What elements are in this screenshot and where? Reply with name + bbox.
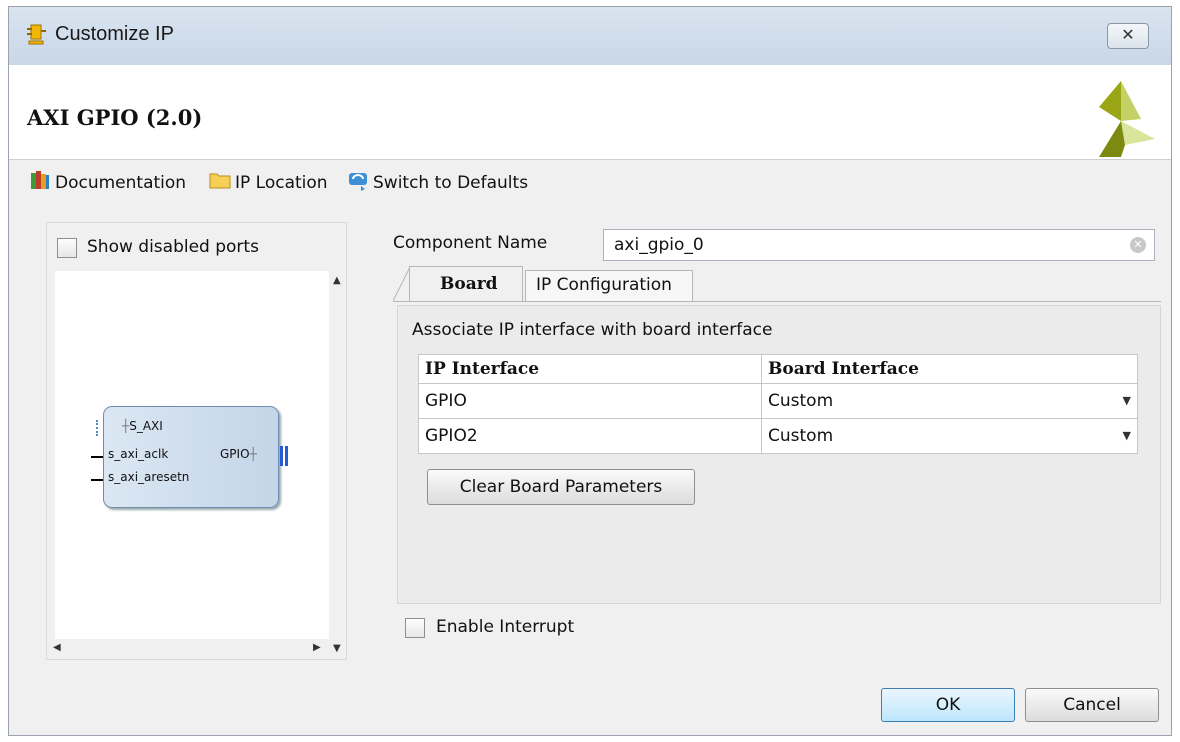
clear-input-icon[interactable]: ✕	[1130, 237, 1146, 253]
clear-board-parameters-button[interactable]: Clear Board Parameters	[427, 469, 695, 505]
table-header-row: IP Interface Board Interface	[418, 354, 1138, 384]
refresh-icon	[347, 169, 373, 196]
component-name-value: axi_gpio_0	[614, 235, 704, 255]
ok-button[interactable]: OK	[881, 688, 1015, 722]
tab-board[interactable]: Board	[409, 266, 523, 302]
ip-title: AXI GPIO (2.0)	[27, 105, 203, 130]
books-icon	[29, 169, 55, 196]
table-row: GPIO2 Custom ▼	[418, 418, 1138, 454]
ip-banner: AXI GPIO (2.0)	[9, 65, 1171, 160]
symbol-panel: Show disabled ports ┼S_AXI s_axi_aclk s_…	[46, 222, 347, 660]
chevron-down-icon[interactable]: ▼	[1123, 429, 1131, 442]
gpio-pin	[280, 446, 288, 466]
board-interface-dropdown[interactable]: Custom ▼	[761, 418, 1138, 454]
show-disabled-ports-checkbox[interactable]	[57, 238, 77, 258]
cancel-button[interactable]: Cancel	[1025, 688, 1159, 722]
board-interface-dropdown[interactable]: Custom ▼	[761, 383, 1138, 419]
tab-ip-configuration-label: IP Configuration	[536, 275, 672, 295]
ip-interface-cell: GPIO	[418, 383, 762, 419]
column-header-board-interface: Board Interface	[761, 354, 1138, 384]
board-association-heading: Associate IP interface with board interf…	[412, 320, 773, 340]
folder-icon	[209, 169, 235, 196]
port-s-axi: ┼S_AXI	[122, 419, 163, 433]
board-interface-value: Custom	[768, 426, 834, 446]
ip-customize-icon	[25, 23, 49, 52]
port-s-axi-aclk: s_axi_aclk	[108, 447, 169, 461]
scroll-down-icon[interactable]: ▼	[333, 643, 341, 654]
aclk-pin	[91, 456, 103, 458]
enable-interrupt-label: Enable Interrupt	[436, 617, 575, 637]
enable-interrupt-checkbox[interactable]	[405, 618, 425, 638]
show-disabled-ports-label: Show disabled ports	[87, 237, 259, 257]
board-interface-table: IP Interface Board Interface GPIO Custom…	[418, 354, 1138, 454]
close-button[interactable]: ✕	[1107, 23, 1149, 49]
ip-interface-cell: GPIO2	[418, 418, 762, 454]
close-icon: ✕	[1121, 25, 1135, 44]
window-title: Customize IP	[55, 23, 174, 45]
board-tab-panel	[397, 305, 1161, 604]
documentation-label: Documentation	[55, 172, 187, 193]
board-interface-value: Custom	[768, 391, 834, 411]
scroll-up-icon[interactable]: ▲	[333, 275, 341, 286]
axi-gpio-block[interactable]: ┼S_AXI s_axi_aclk s_axi_aresetn GPIO┼	[103, 406, 279, 508]
component-name-input[interactable]: axi_gpio_0 ✕	[603, 229, 1155, 261]
switch-to-defaults-link[interactable]: Switch to Defaults	[347, 169, 528, 196]
component-name-label: Component Name	[393, 233, 548, 253]
scroll-right-icon[interactable]: ▶	[313, 642, 321, 653]
xilinx-logo-icon	[1081, 77, 1161, 162]
s-axi-pin	[96, 420, 104, 436]
chevron-down-icon[interactable]: ▼	[1123, 394, 1131, 407]
switch-to-defaults-label: Switch to Defaults	[373, 172, 529, 193]
customize-ip-dialog: Customize IP ✕ AXI GPIO (2.0) Documentat…	[8, 6, 1172, 736]
scroll-left-icon[interactable]: ◀	[53, 642, 61, 653]
tab-board-label: Board	[440, 274, 498, 294]
symbol-canvas[interactable]: ┼S_AXI s_axi_aclk s_axi_aresetn GPIO┼	[55, 271, 329, 639]
port-s-axi-aresetn: s_axi_aresetn	[108, 470, 190, 484]
ip-location-link[interactable]: IP Location	[209, 169, 328, 196]
aresetn-pin	[91, 479, 103, 481]
port-gpio: GPIO┼	[220, 447, 257, 461]
ip-location-label: IP Location	[235, 172, 328, 193]
vertical-scrollbar[interactable]: ▲ ▼	[329, 271, 346, 659]
horizontal-scrollbar[interactable]: ◀ ▶	[47, 639, 329, 659]
tab-underline	[393, 301, 1161, 302]
column-header-ip-interface: IP Interface	[418, 354, 762, 384]
tab-ip-configuration[interactable]: IP Configuration	[525, 270, 693, 301]
documentation-link[interactable]: Documentation	[29, 169, 186, 196]
title-bar: Customize IP ✕	[9, 7, 1171, 66]
table-row: GPIO Custom ▼	[418, 383, 1138, 419]
